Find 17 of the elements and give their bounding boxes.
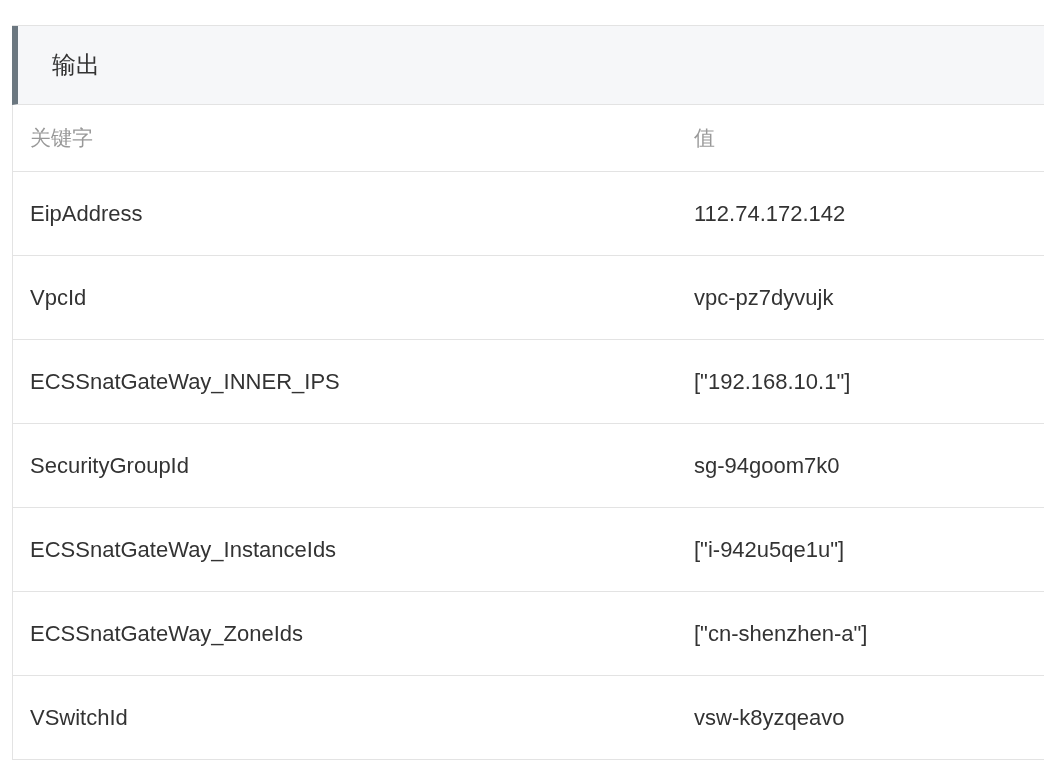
table-cell-text: sg-94goom7k0 xyxy=(694,452,841,479)
table-cell-text: ECSSnatGateWay_ZoneIds xyxy=(29,620,305,647)
table-cell-text: 112.74.172.142 xyxy=(694,200,847,227)
table-cell-text: vsw-k8yzqeavo xyxy=(694,704,846,731)
table-cell-text: ["i-942u5qe1u"] xyxy=(694,536,846,563)
table-cell-text: vpc-pz7dyvujk xyxy=(694,284,835,311)
table-cell-text: SecurityGroupId xyxy=(29,452,190,479)
table-cell-text: ["cn-shenzhen-a"] xyxy=(694,620,869,647)
column-header: 关键字 xyxy=(29,125,94,152)
table-cell-text: ECSSnatGateWay_INNER_IPS xyxy=(29,368,341,395)
panel-title: 输出 xyxy=(52,50,100,81)
table-cell-text: VSwitchId xyxy=(29,704,129,731)
table-cell-text: ["192.168.10.1"] xyxy=(694,368,852,395)
table-cell-text: EipAddress xyxy=(29,200,144,227)
table-cell-text: VpcId xyxy=(29,284,88,311)
table-cell-text: ECSSnatGateWay_InstanceIds xyxy=(29,536,338,563)
column-header: 值 xyxy=(694,125,716,152)
